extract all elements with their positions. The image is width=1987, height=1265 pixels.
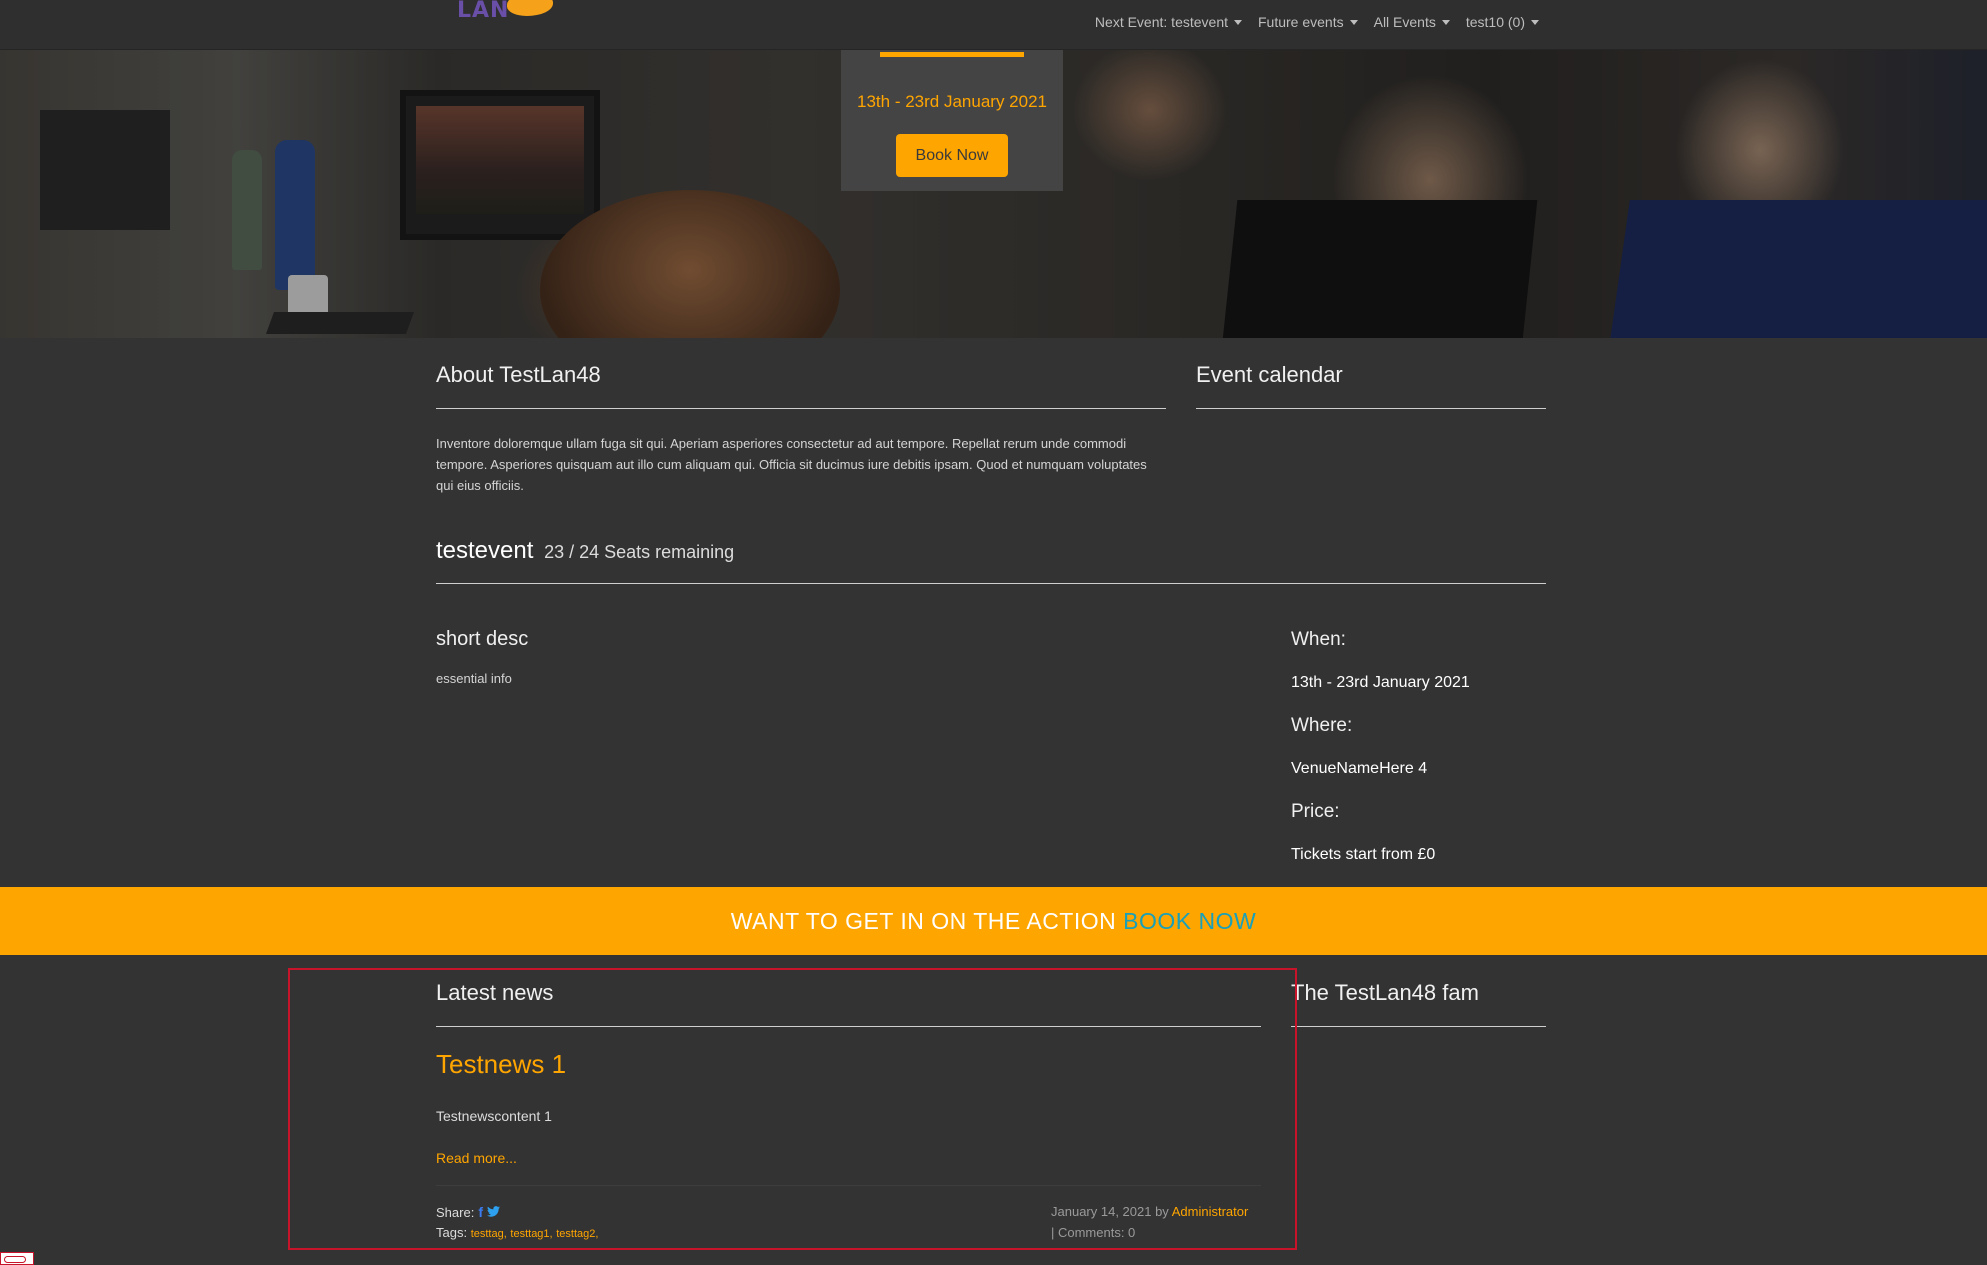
nav-all-events-label: All Events bbox=[1373, 14, 1436, 30]
corner-widget-icon bbox=[4, 1256, 26, 1263]
fam-title: The TestLan48 fam bbox=[1291, 980, 1479, 1005]
event-short-desc: short desc bbox=[436, 628, 529, 650]
when-value: 13th - 23rd January 2021 bbox=[1291, 674, 1470, 691]
nav-all-events-dropdown[interactable]: All Events bbox=[1374, 14, 1450, 30]
hero-accent-bar bbox=[880, 52, 1024, 57]
cta-banner: WANT TO GET IN ON THE ACTION BOOK NOW bbox=[0, 887, 1987, 955]
price-label: Price: bbox=[1291, 801, 1340, 822]
news-author-link[interactable]: Administrator bbox=[1172, 1204, 1249, 1219]
nav-user-label: test10 (0) bbox=[1465, 14, 1525, 30]
logo-splash-icon bbox=[507, 0, 553, 16]
share-label: Share: bbox=[436, 1204, 475, 1220]
event-name: testevent bbox=[436, 537, 534, 564]
event-heading: testevent 23 / 24 Seats remaining bbox=[436, 537, 734, 565]
calendar-divider bbox=[1196, 408, 1546, 409]
where-value: VenueNameHere 4 bbox=[1291, 760, 1428, 777]
calendar-title: Event calendar bbox=[1196, 362, 1343, 387]
caret-down-icon bbox=[1234, 19, 1242, 25]
event-seats-remaining: 23 / 24 Seats remaining bbox=[544, 542, 735, 562]
hero-event-dates: 13th - 23rd January 2021 bbox=[857, 92, 1047, 111]
tags-row: Tags: testtag, testtag1, testtag2, bbox=[436, 1225, 598, 1240]
read-more-link[interactable]: Read more... bbox=[436, 1150, 517, 1166]
event-divider bbox=[436, 583, 1546, 584]
nav-future-events-label: Future events bbox=[1258, 14, 1344, 30]
tag-link[interactable]: testtag, bbox=[471, 1228, 507, 1240]
share-row: Share: f bbox=[436, 1204, 500, 1220]
where-label: Where: bbox=[1291, 715, 1353, 736]
cta-banner-book-now-link[interactable]: BOOK NOW bbox=[1123, 908, 1256, 934]
fam-divider bbox=[1291, 1026, 1546, 1027]
news-meta: January 14, 2021 by Administrator bbox=[1051, 1204, 1248, 1219]
news-comments-count: | Comments: 0 bbox=[1051, 1225, 1136, 1240]
news-article-content: Testnewscontent 1 bbox=[436, 1108, 552, 1124]
news-article-divider bbox=[436, 1185, 1261, 1186]
news-article-title[interactable]: Testnews 1 bbox=[436, 1049, 566, 1080]
latest-news-title: Latest news bbox=[436, 980, 554, 1005]
nav-future-events-dropdown[interactable]: Future events bbox=[1258, 14, 1358, 30]
nav-next-event-dropdown[interactable]: Next Event: testevent bbox=[1095, 14, 1242, 30]
tag-link[interactable]: testtag1, bbox=[510, 1228, 552, 1240]
logo-text: LAN bbox=[457, 0, 510, 18]
about-text: Inventore doloremque ullam fuga sit qui.… bbox=[436, 436, 1147, 493]
when-label: When: bbox=[1291, 629, 1346, 650]
event-essential-info: essential info bbox=[436, 671, 512, 686]
nav-user-dropdown[interactable]: test10 (0) bbox=[1466, 14, 1539, 30]
corner-widget[interactable] bbox=[0, 1252, 34, 1265]
latest-news-divider bbox=[436, 1026, 1261, 1027]
caret-down-icon bbox=[1349, 19, 1358, 25]
tag-link[interactable]: testtag2, bbox=[556, 1228, 598, 1240]
facebook-icon[interactable]: f bbox=[478, 1204, 483, 1220]
top-navbar: LAN Next Event: testevent Future events … bbox=[0, 0, 1987, 50]
news-date: January 14, 2021 by bbox=[1051, 1204, 1169, 1219]
nav-next-event-label: Next Event: testevent bbox=[1094, 14, 1228, 30]
site-logo[interactable]: LAN bbox=[455, 0, 585, 18]
book-now-button[interactable]: Book Now bbox=[896, 134, 1008, 177]
caret-down-icon bbox=[1531, 19, 1539, 25]
cta-banner-message: WANT TO GET IN ON THE ACTION bbox=[730, 908, 1117, 934]
tags-label: Tags: bbox=[436, 1225, 468, 1240]
nav-menu: Next Event: testevent Future events All … bbox=[1095, 14, 1539, 30]
about-title: About TestLan48 bbox=[436, 362, 601, 387]
price-value: Tickets start from £0 bbox=[1291, 846, 1436, 863]
caret-down-icon bbox=[1441, 19, 1450, 25]
cta-banner-text: WANT TO GET IN ON THE ACTION BOOK NOW bbox=[731, 908, 1256, 934]
hero-event-card: 13th - 23rd January 2021 Book Now bbox=[841, 50, 1063, 191]
about-divider bbox=[436, 408, 1166, 409]
twitter-icon[interactable] bbox=[486, 1205, 500, 1220]
